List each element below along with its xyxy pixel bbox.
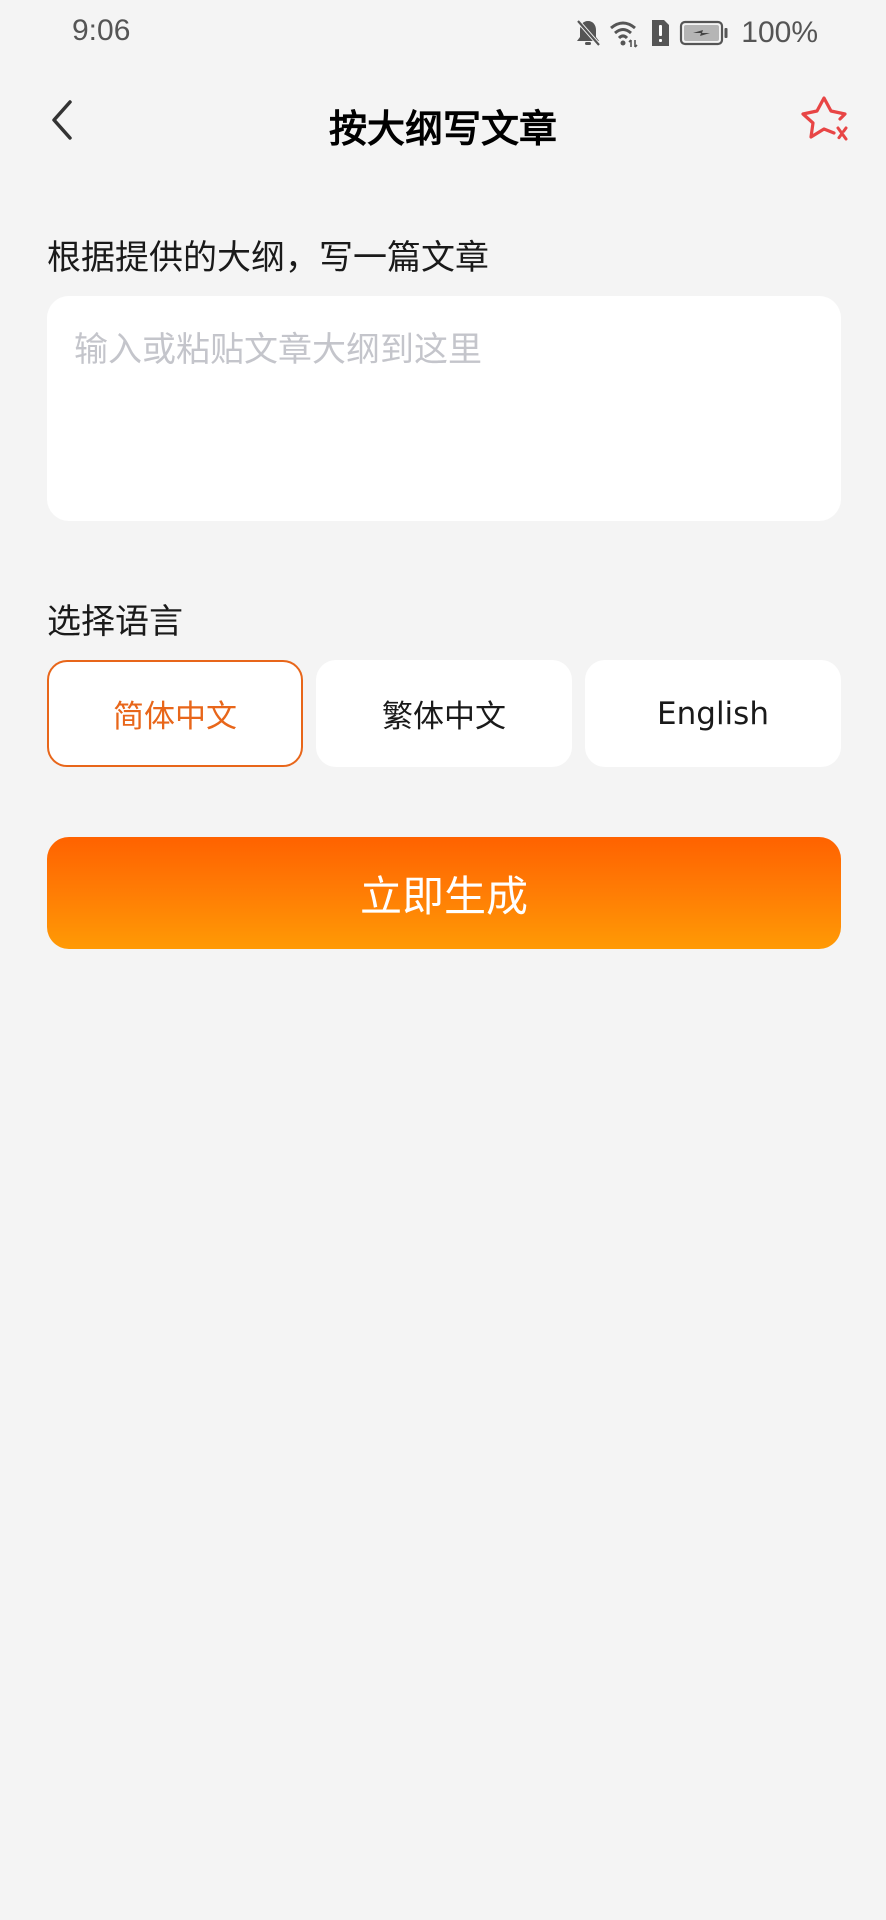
language-options: 简体中文 繁体中文 English xyxy=(47,660,841,767)
battery-charging-icon xyxy=(679,19,729,47)
battery-percent: 100% xyxy=(741,16,818,49)
status-bar: 9:06 100% xyxy=(0,0,886,70)
wifi-icon xyxy=(609,18,641,48)
status-icons: 100% xyxy=(575,16,818,50)
language-section-label: 选择语言 xyxy=(47,602,183,642)
star-remove-icon xyxy=(800,95,852,149)
header: 按大纲写文章 xyxy=(0,80,886,164)
language-option-traditional-chinese[interactable]: 繁体中文 xyxy=(316,660,572,767)
language-option-english[interactable]: English xyxy=(585,660,841,767)
language-option-simplified-chinese[interactable]: 简体中文 xyxy=(47,660,303,767)
favorite-button[interactable] xyxy=(796,92,856,152)
outline-section-label: 根据提供的大纲，写一篇文章 xyxy=(47,238,489,278)
outline-input[interactable] xyxy=(74,322,814,495)
sim-alert-icon xyxy=(649,18,671,48)
generate-button[interactable]: 立即生成 xyxy=(47,837,841,949)
outline-input-container xyxy=(47,296,841,521)
status-time: 9:06 xyxy=(72,14,131,47)
bell-muted-icon xyxy=(575,18,601,48)
page-title: 按大纲写文章 xyxy=(328,107,557,151)
